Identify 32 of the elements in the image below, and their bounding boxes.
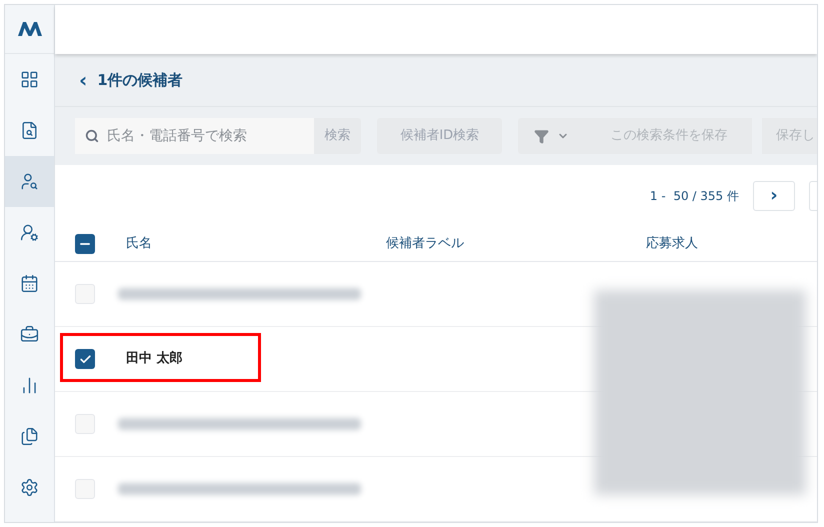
- dashboard-icon: [20, 70, 39, 89]
- settings-icon: [20, 478, 39, 497]
- search-icon: [85, 129, 99, 143]
- checkbox[interactable]: [75, 479, 95, 499]
- checkbox[interactable]: [75, 349, 95, 369]
- checkbox[interactable]: [75, 284, 95, 304]
- search-field[interactable]: 氏名・電話番号で検索: [75, 118, 314, 154]
- search-button[interactable]: 検索: [314, 118, 362, 154]
- column-header: 候補者ラベル: [386, 235, 465, 254]
- sidebar-item[interactable]: [5, 156, 54, 207]
- filter-button[interactable]: [518, 118, 586, 154]
- person-icon: [20, 223, 39, 242]
- logo-icon: [16, 21, 42, 37]
- documents-icon: [20, 427, 39, 446]
- page-title: 1件の候補者: [97, 70, 183, 91]
- id-search-button[interactable]: 候補者ID検索: [377, 118, 502, 154]
- column-header: 氏名: [126, 235, 153, 254]
- document-search-icon: [20, 121, 39, 140]
- filter-icon: [534, 128, 550, 144]
- pagination-range: 1 - 50 / 355 件: [650, 188, 739, 205]
- person-search-icon: [20, 172, 39, 191]
- saved-conditions-button[interactable]: 保存し: [762, 118, 817, 154]
- back-button[interactable]: ‹: [79, 70, 88, 90]
- calendar-icon: [20, 274, 39, 293]
- checkbox[interactable]: [75, 414, 95, 434]
- next-page-button[interactable]: ›: [753, 181, 795, 211]
- column-header: 応募求人: [646, 235, 698, 254]
- check-icon: [78, 352, 92, 366]
- save-condition-button[interactable]: この検索条件を保存: [586, 118, 752, 154]
- checkbox[interactable]: [75, 234, 95, 254]
- candidate-name[interactable]: 田中 太郎: [126, 349, 183, 369]
- briefcase-icon: [20, 325, 39, 344]
